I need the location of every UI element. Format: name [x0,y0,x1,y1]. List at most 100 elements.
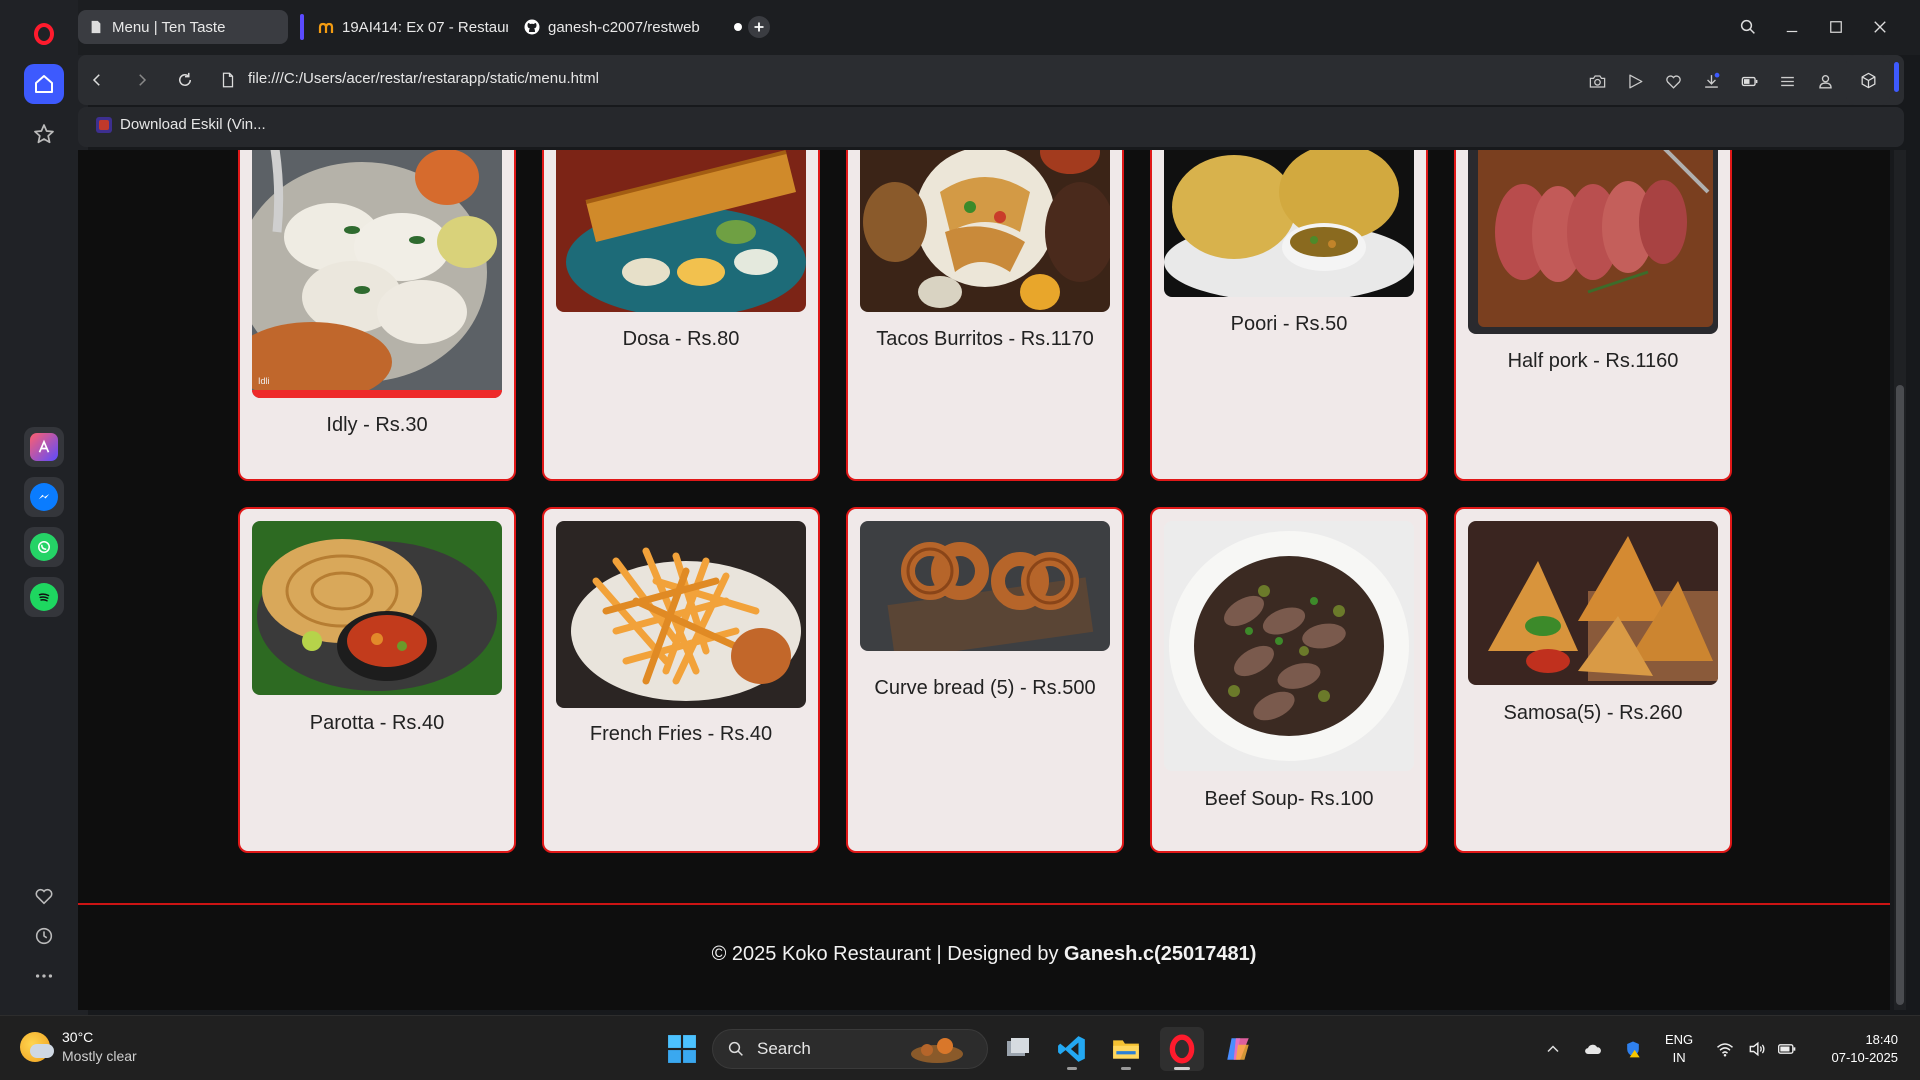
task-view-icon [1007,1038,1029,1056]
menu-item-name: Idly - Rs.30 [326,414,428,436]
volume-button[interactable] [1744,1036,1770,1062]
menu-item-name: Curve bread (5) - Rs.500 [874,677,1096,699]
menu-item-name: Dosa - Rs.80 [622,328,740,350]
speaker-icon [1749,1041,1765,1057]
copilot-icon [1227,1038,1249,1060]
vscode-icon [1058,1036,1085,1062]
opera-logo-icon[interactable] [24,14,64,54]
easy-setup-button[interactable] [1773,67,1801,95]
menu-card-idly[interactable]: Idli Idly - Rs.30 [238,150,516,481]
battery-button[interactable] [1774,1036,1800,1062]
idly-image: Idli [252,150,502,398]
wifi-button[interactable] [1712,1036,1738,1062]
url-field[interactable]: file:///C:/Users/acer/restar/restarapp/s… [248,70,599,87]
plus-icon [754,22,764,32]
aria-icon [30,433,58,461]
download-icon [1704,72,1719,88]
menu-card-pretzel[interactable]: Curve bread (5) - Rs.500 [846,507,1124,853]
copilot-button[interactable] [1216,1027,1260,1071]
favorites-button[interactable] [28,880,60,912]
whatsapp-app-button[interactable] [24,527,64,567]
extensions-button[interactable] [1846,55,1890,105]
reload-button[interactable] [171,66,199,94]
file-explorer-button[interactable] [1104,1027,1148,1071]
maximize-button[interactable] [1818,12,1854,42]
chevron-left-icon [92,74,100,86]
menu-card-dosa[interactable]: Dosa - Rs.80 [542,150,820,481]
page-info-button[interactable] [214,66,242,94]
tab-exercise[interactable]: 19AI414: Ex 07 - Restaurant [308,10,508,44]
history-button[interactable] [28,920,60,952]
weather-desc: Mostly clear [62,1048,137,1064]
heart-icon [35,888,53,905]
region-code: IN [1672,1050,1686,1065]
footer-copyright: © 2025 Koko Restaurant | Designed by [711,943,1065,965]
back-button[interactable] [83,66,111,94]
tab-github[interactable]: ganesh-c2007/restweb [514,10,714,44]
battery-saver-button[interactable] [1735,67,1763,95]
profile-button[interactable] [1811,67,1839,95]
folder-icon [1113,1040,1139,1059]
language-code: ENG [1665,1032,1694,1047]
tray-overflow-button[interactable] [1540,1036,1566,1062]
file-icon [222,72,234,88]
bookmark-heart-button[interactable] [1659,67,1687,95]
weather-widget[interactable]: 30°C Mostly clear [20,1028,137,1066]
aria-app-button[interactable] [24,427,64,467]
menu-card-beef[interactable]: Beef Soup- Rs.100 [1150,507,1428,853]
language-indicator[interactable]: ENG IN [1665,1031,1693,1067]
chevron-right-icon [139,74,147,86]
task-view-button[interactable] [996,1027,1040,1071]
tab-label: Menu | Ten Taste [112,18,226,36]
menu-card-fries[interactable]: French Fries - Rs.40 [542,507,820,853]
forward-button[interactable] [128,66,156,94]
downloads-button[interactable] [1697,67,1725,95]
tab-label: 19AI414: Ex 07 - Restaurant [342,18,508,36]
bookmark-item[interactable]: Download Eskil (Vin... [96,116,266,133]
messenger-icon [30,483,58,511]
opera-taskbar-button[interactable] [1160,1027,1204,1071]
scrollbar-thumb[interactable] [1896,385,1904,1005]
onedrive-button[interactable] [1580,1036,1606,1062]
shield-icon [1627,1041,1640,1058]
menu-item-name: Samosa(5) - Rs.260 [1503,702,1683,724]
menu-card-poori[interactable]: Poori - Rs.50 [1150,150,1428,481]
start-button[interactable] [660,1027,704,1071]
security-button[interactable] [1620,1036,1646,1062]
vscode-taskbar-button[interactable] [1050,1027,1094,1071]
pork-image [1468,150,1718,334]
close-button[interactable] [1862,12,1898,42]
new-tab-button[interactable] [748,16,770,38]
idly-watermark: Idli [258,376,270,386]
spotify-app-button[interactable] [24,577,64,617]
search-label: Search [757,1039,811,1058]
menu-item-name: Beef Soup- Rs.100 [1204,788,1374,810]
cloud-icon [1585,1044,1601,1054]
page-scrollbar[interactable] [1894,150,1906,1010]
taskbar-search[interactable]: Search [712,1029,988,1069]
flow-send-button[interactable] [1621,67,1649,95]
menu-card-tacos[interactable]: Tacos Burritos - Rs.1170 [846,150,1124,481]
snapshot-button[interactable] [1583,67,1611,95]
tab-strip: Menu | Ten Taste 19AI414: Ex 07 - Restau… [78,0,1920,55]
tab-menu[interactable]: Menu | Ten Taste [78,10,288,44]
minimize-button[interactable] [1774,12,1810,42]
browser-sidebar [0,0,88,1015]
home-icon [35,75,53,93]
messenger-app-button[interactable] [24,477,64,517]
tab-group-marker [300,14,304,40]
search-icon [1740,19,1755,34]
speed-dial-button[interactable] [24,114,64,154]
chevron-up-icon [1547,1045,1559,1053]
wifi-icon [1717,1043,1733,1057]
menu-card-pork[interactable]: Half pork - Rs.1160 [1454,150,1732,481]
bookmark-label: Download Eskil (Vin... [120,116,266,133]
minimize-icon [1786,30,1798,33]
tab-search-button[interactable] [1730,12,1766,42]
cube-icon [1861,72,1875,88]
more-button[interactable] [28,960,60,992]
system-clock[interactable]: 18:40 07-10-2025 [1812,1031,1899,1067]
menu-card-parotta[interactable]: Parotta - Rs.40 [238,507,516,853]
menu-card-samosa[interactable]: Samosa(5) - Rs.260 [1454,507,1732,853]
home-button[interactable] [24,64,64,104]
